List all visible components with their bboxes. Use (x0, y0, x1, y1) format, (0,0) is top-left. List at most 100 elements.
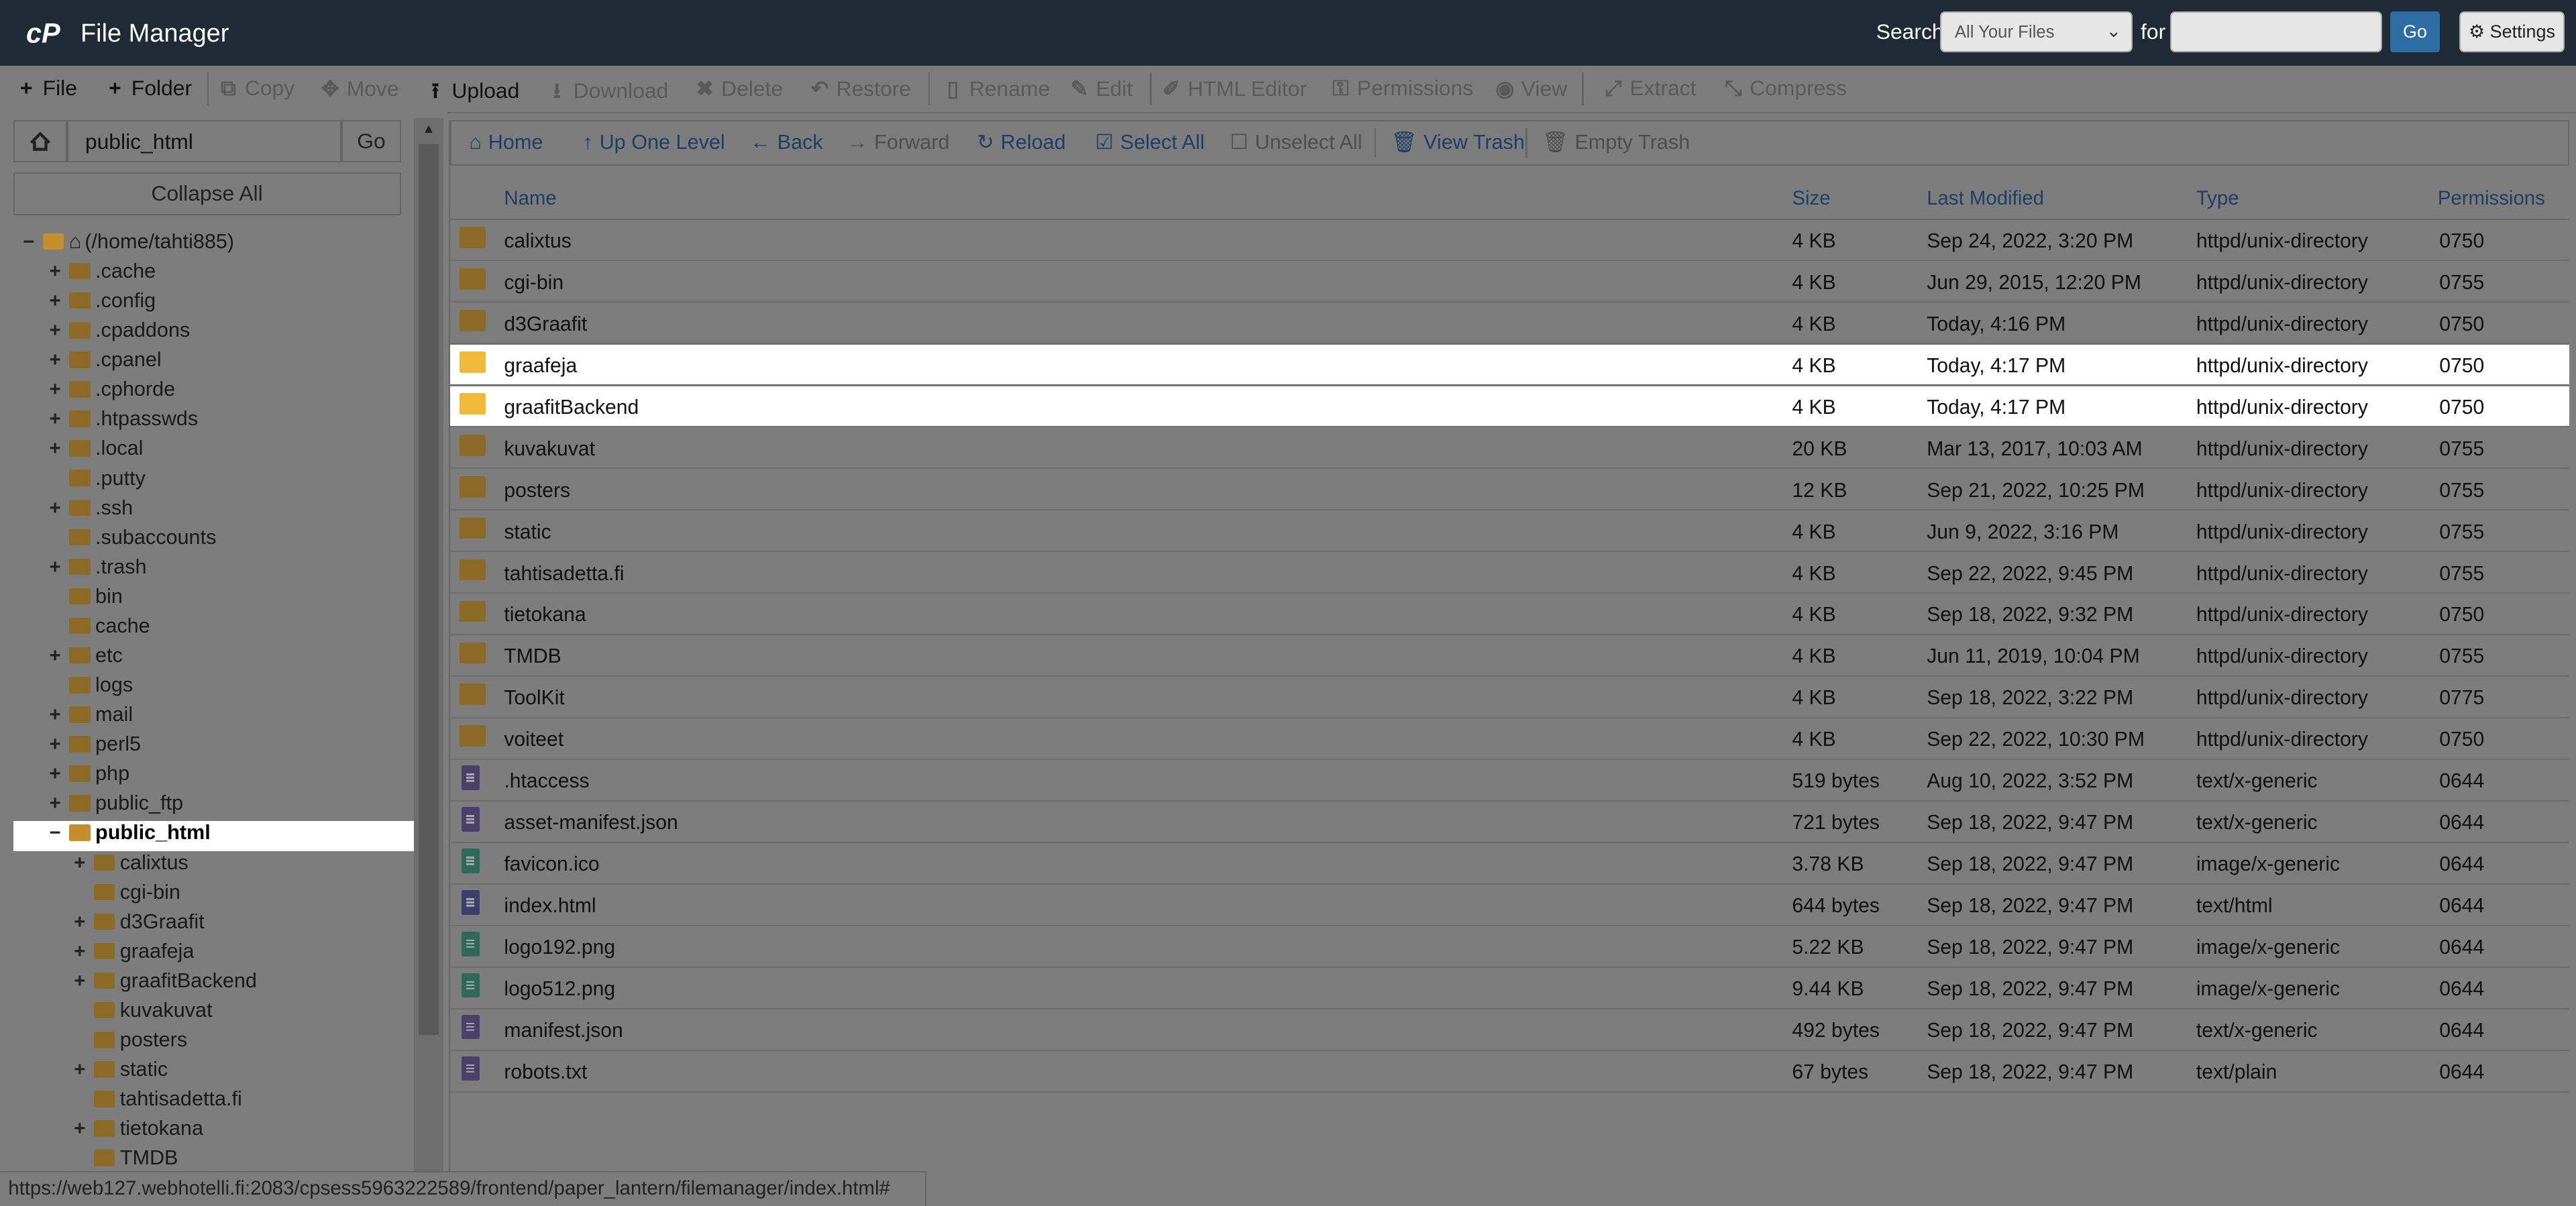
tree-item-graafeja[interactable]: + graafeja (74, 940, 194, 969)
column-size[interactable]: Size (1792, 187, 1830, 210)
table-row[interactable]: favicon.ico 3.78 KB Sep 18, 2022, 9:47 PM i… (449, 844, 2569, 885)
column-last-modified[interactable]: Last Modified (1927, 187, 2044, 210)
back-button[interactable]: ← Back (750, 131, 822, 154)
permissions-button[interactable]: ⚿ Permissions (1331, 76, 1473, 101)
home-path-button[interactable] (13, 119, 68, 163)
tree-item-posters[interactable]: posters (74, 1028, 187, 1058)
tree-item-d3graafit[interactable]: + d3Graafit (74, 910, 204, 940)
expand-icon[interactable]: + (49, 645, 65, 667)
expand-icon[interactable]: + (49, 704, 65, 726)
search-scope-select[interactable]: All Your Files ⌄ (1940, 11, 2133, 53)
file-button[interactable]: + File (16, 76, 77, 101)
view-button[interactable]: ◉ View (1495, 76, 1567, 101)
expand-icon[interactable]: + (49, 378, 65, 401)
search-go-button[interactable]: Go (2390, 11, 2440, 53)
restore-button[interactable]: ↶ Restore (810, 76, 911, 101)
tree-item-cache[interactable]: + .cache (49, 260, 156, 289)
table-row[interactable]: voiteet 4 KB Sep 22, 2022, 10:30 PM httpd/u… (449, 719, 2569, 760)
table-row[interactable]: kuvakuvat 20 KB Mar 13, 2017, 10:03 AM http… (449, 428, 2569, 470)
expand-icon[interactable]: + (49, 792, 65, 815)
expand-icon[interactable]: + (74, 940, 90, 963)
tree-item-cpaddons[interactable]: + .cpaddons (49, 319, 190, 348)
tree-item-home-tahti885[interactable]: − ⌂ (/home/tahti885) (23, 230, 234, 260)
delete-button[interactable]: ✖ Delete (695, 76, 783, 101)
tree-item-bin[interactable]: bin (49, 585, 123, 614)
expand-icon[interactable]: + (49, 408, 65, 431)
tree-item-etc[interactable]: + etc (49, 644, 122, 673)
table-row[interactable]: robots.txt 67 bytes Sep 18, 2022, 9:47 PM t… (449, 1051, 2569, 1093)
expand-icon[interactable]: + (74, 1058, 90, 1081)
collapse-icon[interactable]: − (49, 822, 65, 844)
tree-item-php[interactable]: + php (49, 762, 129, 791)
tree-item-perl5[interactable]: + perl5 (49, 732, 141, 762)
table-row[interactable]: ToolKit 4 KB Sep 18, 2022, 3:22 PM httpd/un… (449, 677, 2569, 718)
expand-icon[interactable]: + (74, 911, 90, 934)
table-row[interactable]: cgi-bin 4 KB Jun 29, 2015, 12:20 PM httpd/u… (449, 262, 2569, 303)
cpanel-logo-icon[interactable]: cP (23, 15, 69, 51)
tree-item-ssh[interactable]: + .ssh (49, 496, 133, 526)
column-permissions[interactable]: Permissions (2438, 187, 2545, 210)
collapse-icon[interactable]: − (23, 231, 39, 254)
table-row[interactable]: static 4 KB Jun 9, 2022, 3:16 PM httpd/unix… (449, 511, 2569, 553)
compress-button[interactable]: ⤡ Compress (1723, 76, 1847, 101)
expand-icon[interactable]: + (49, 437, 65, 460)
tree-item-cpanel[interactable]: + .cpanel (49, 348, 161, 378)
scroll-up-icon[interactable]: ▲ (422, 121, 435, 137)
tree-item-logs[interactable]: logs (49, 673, 133, 703)
column-type[interactable]: Type (2196, 187, 2239, 210)
expand-icon[interactable]: + (49, 763, 65, 785)
path-go-button[interactable]: Go (341, 119, 401, 163)
table-row[interactable]: calixtus 4 KB Sep 24, 2022, 3:20 PM httpd/u… (449, 220, 2569, 262)
tree-item-mail[interactable]: + mail (49, 703, 133, 732)
table-row[interactable]: tahtisadetta.fi 4 KB Sep 22, 2022, 9:45 PM… (449, 553, 2569, 594)
rename-button[interactable]: ▯ Rename (943, 76, 1051, 101)
table-row[interactable]: index.html 644 bytes Sep 18, 2022, 9:47 PM… (449, 885, 2569, 926)
unselect-all-button[interactable]: ☐ Unselect All (1230, 131, 1362, 154)
tree-item-graafitbackend[interactable]: + graafitBackend (74, 969, 257, 999)
tree-item-kuvakuvat[interactable]: kuvakuvat (74, 999, 213, 1028)
tree-item-htpasswds[interactable]: + .htpasswds (49, 407, 198, 437)
expand-icon[interactable]: + (49, 260, 65, 283)
select-all-button[interactable]: ☑ Select All (1095, 131, 1205, 154)
tree-item-putty[interactable]: .putty (49, 467, 146, 496)
expand-icon[interactable]: + (49, 290, 65, 313)
tree-item-public-ftp[interactable]: + public_ftp (49, 791, 183, 821)
table-row[interactable]: TMDB 4 KB Jun 11, 2019, 10:04 PM httpd/unix… (449, 636, 2569, 677)
table-row[interactable]: logo192.png 5.22 KB Sep 18, 2022, 9:47 PM i… (449, 926, 2569, 968)
expand-icon[interactable]: + (74, 1117, 90, 1140)
copy-button[interactable]: ⧉ Copy (219, 76, 294, 101)
tree-item-static[interactable]: + static (74, 1058, 168, 1087)
home-button[interactable]: ⌂ Home (470, 131, 543, 154)
expand-icon[interactable]: + (49, 733, 65, 756)
view-trash-button[interactable]: 🗑 View Trash (1391, 131, 1525, 154)
tree-item-local[interactable]: + .local (49, 437, 143, 466)
reload-button[interactable]: ↻ Reload (977, 131, 1065, 154)
tree-item-trash[interactable]: + .trash (49, 555, 146, 585)
edit-button[interactable]: ✎ Edit (1069, 76, 1133, 101)
table-row[interactable]: graafeja 4 KB Today, 4:17 PM httpd/unix-dir… (449, 345, 2569, 386)
expand-icon[interactable]: + (49, 497, 65, 520)
tree-item-public-html[interactable]: − public_html (13, 821, 441, 851)
collapse-all-button[interactable]: Collapse All (13, 172, 401, 215)
tree-item-subaccounts[interactable]: .subaccounts (49, 526, 216, 555)
download-button[interactable]: ⭳ Download (547, 76, 669, 112)
expand-icon[interactable]: + (74, 852, 90, 875)
expand-icon[interactable]: + (49, 349, 65, 372)
table-row[interactable]: graafitBackend 4 KB Today, 4:17 PM httpd/un… (449, 386, 2569, 428)
forward-button[interactable]: → Forward (847, 131, 950, 154)
tree-item-tietokana[interactable]: + tietokana (74, 1117, 203, 1146)
column-name[interactable]: Name (504, 187, 556, 210)
move-button[interactable]: ✥ Move (321, 76, 399, 101)
tree-scrollbar[interactable]: ▲ (414, 118, 444, 1206)
tree-item-cphorde[interactable]: + .cphorde (49, 378, 175, 407)
table-row[interactable]: tietokana 4 KB Sep 18, 2022, 9:32 PM httpd/… (449, 594, 2569, 635)
empty-trash-button[interactable]: 🗑 Empty Trash (1542, 131, 1690, 154)
table-row[interactable]: posters 12 KB Sep 21, 2022, 10:25 PM httpd/… (449, 470, 2569, 511)
table-row[interactable]: d3Graafit 4 KB Today, 4:16 PM httpd/unix-di… (449, 303, 2569, 345)
tree-item-cache[interactable]: cache (49, 614, 150, 644)
settings-button[interactable]: ⚙ Settings (2459, 11, 2565, 53)
expand-icon[interactable]: + (49, 319, 65, 342)
table-row[interactable]: .htaccess 519 bytes Aug 10, 2022, 3:52 PM t… (449, 761, 2569, 802)
html-editor-button[interactable]: ✐ HTML Editor (1161, 76, 1307, 101)
expand-icon[interactable]: + (49, 556, 65, 579)
